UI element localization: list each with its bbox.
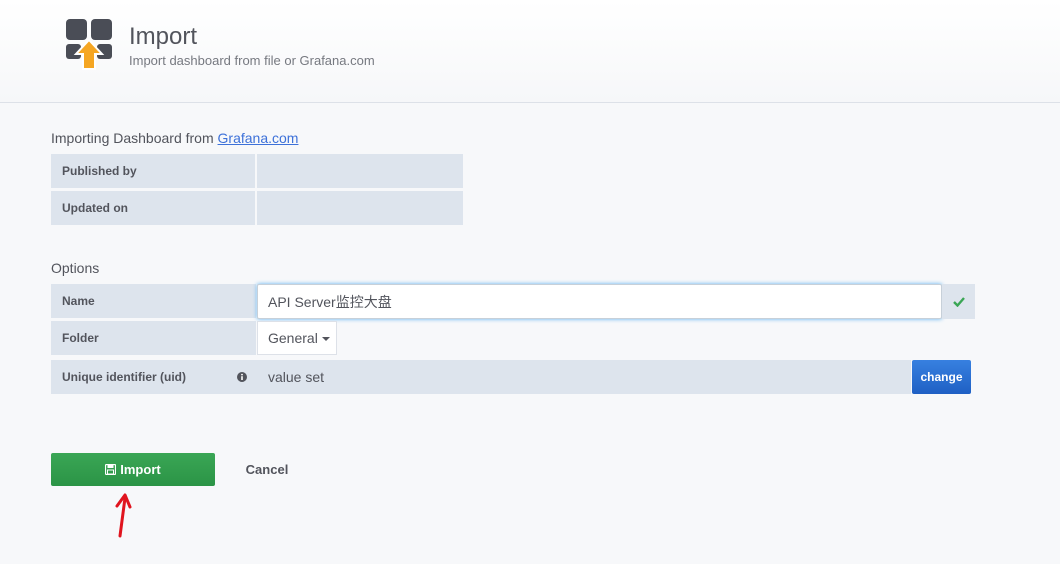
folder-picker-value: General [268, 330, 318, 346]
name-input[interactable] [257, 284, 942, 319]
updated-on-label: Updated on [51, 191, 257, 225]
folder-picker[interactable]: General [257, 321, 337, 355]
cancel-button[interactable]: Cancel [235, 453, 299, 486]
annotation-arrow-icon [115, 493, 132, 538]
uid-value: value set [268, 369, 325, 385]
check-icon [952, 296, 965, 307]
uid-label: Unique identifier (uid) [62, 370, 186, 384]
import-source-text: Importing Dashboard from Grafana.com [51, 130, 298, 146]
folder-label: Folder [51, 321, 256, 355]
published-by-label: Published by [51, 154, 257, 188]
name-valid-indicator [942, 284, 975, 319]
import-button[interactable]: Import [51, 453, 215, 486]
uid-row: Unique identifier (uid) value set [51, 360, 911, 394]
import-source-prefix: Importing Dashboard from [51, 130, 218, 146]
updated-on-row: Updated on [51, 191, 463, 225]
page-header: Import Import dashboard from file or Gra… [0, 0, 1060, 103]
info-circle-icon[interactable] [237, 372, 247, 382]
save-icon [105, 464, 117, 475]
published-by-row: Published by [51, 154, 463, 188]
change-uid-button[interactable]: change [912, 360, 971, 394]
caret-down-icon [321, 337, 330, 342]
page-subtitle: Import dashboard from file or Grafana.co… [129, 53, 375, 68]
page-title: Import [129, 23, 198, 50]
name-label: Name [51, 284, 256, 318]
options-heading: Options [51, 260, 100, 276]
import-button-label: Import [120, 462, 161, 477]
dashboard-import-icon [66, 19, 112, 70]
grafana-com-link[interactable]: Grafana.com [218, 130, 299, 146]
